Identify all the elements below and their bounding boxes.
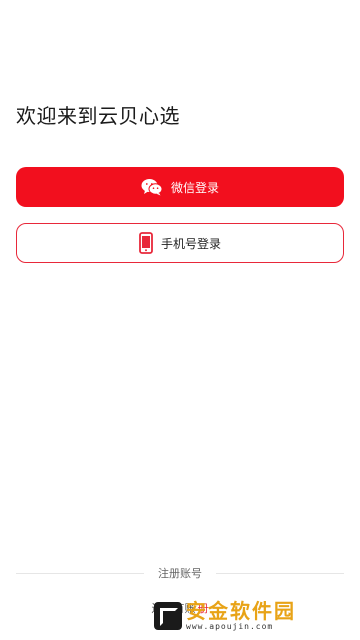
watermark-logo-icon: [154, 602, 182, 630]
watermark-text: 安金软件园 www.apoujin.com: [186, 601, 296, 631]
divider-line-left: [16, 572, 144, 574]
wechat-login-label: 微信登录: [170, 180, 219, 195]
watermark: 安金软件园 www.apoujin.com: [154, 596, 354, 636]
watermark-main: 安金软件园: [186, 599, 296, 623]
login-page: 欢迎来到云贝心选 微信登录 手机号登录 注册账号 册 安金软件园 www.apo…: [0, 0, 360, 640]
register-divider-label: 注册账号: [158, 567, 202, 580]
divider-line-right: [216, 572, 344, 574]
phone-login-label: 手机号登录: [160, 236, 221, 251]
phone-login-button[interactable]: 手机号登录: [16, 223, 344, 263]
phone-icon: [139, 232, 153, 254]
wechat-icon: [141, 178, 163, 196]
wechat-login-button[interactable]: 微信登录: [16, 167, 344, 207]
welcome-title: 欢迎来到云贝心选: [16, 104, 180, 128]
register-divider: 注册账号: [16, 565, 344, 581]
watermark-sub: www.apoujin.com: [186, 622, 274, 631]
